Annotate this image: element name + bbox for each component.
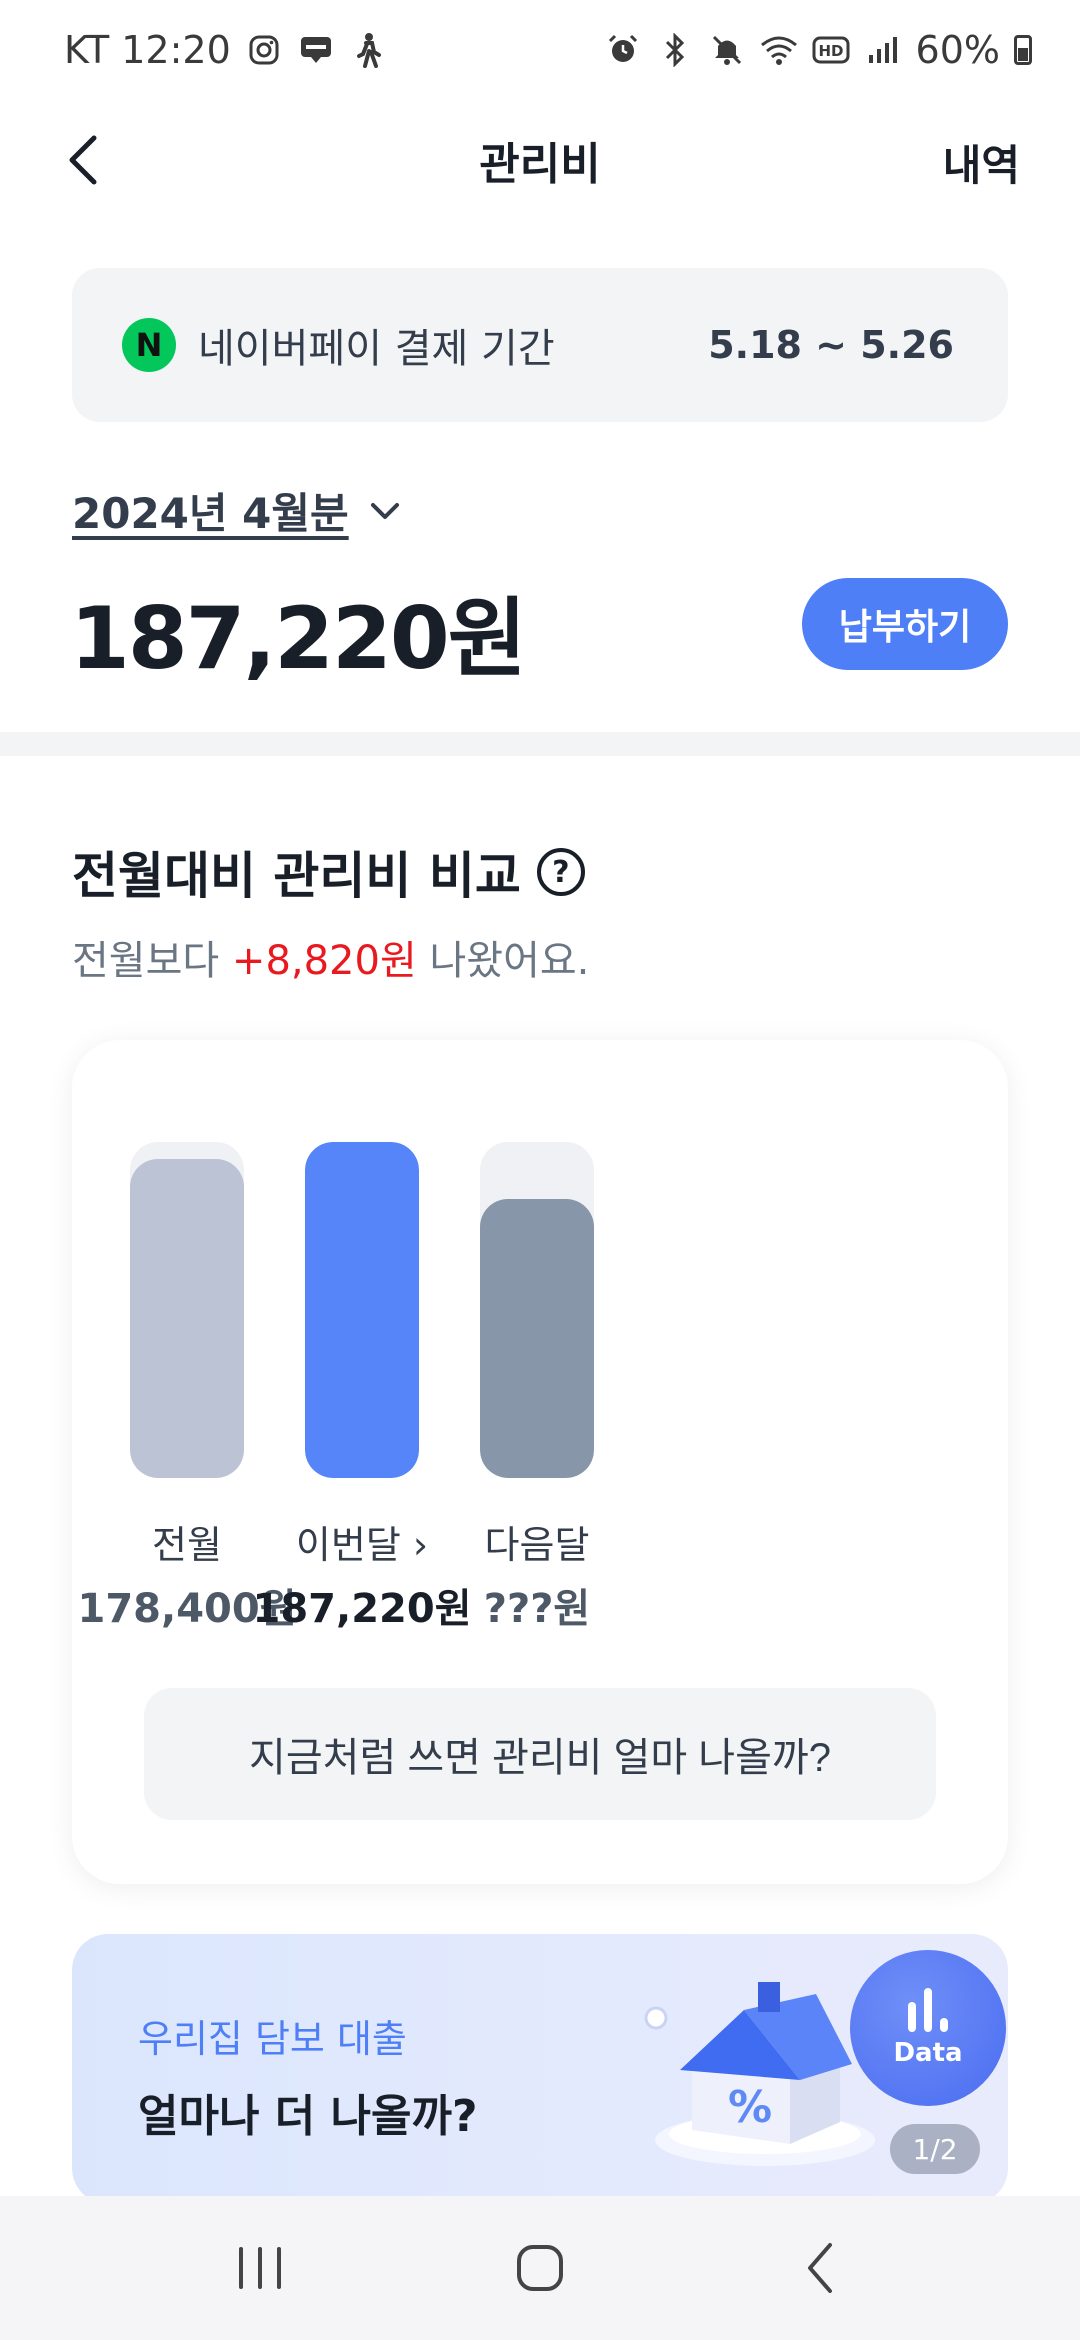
bar-0: [130, 1159, 244, 1478]
naver-logo: N: [122, 318, 176, 372]
instagram-icon: [245, 31, 283, 69]
promo-subtitle: 우리집 담보 대출: [138, 2017, 407, 2061]
home-button[interactable]: [495, 2223, 585, 2313]
comparison-title-text: 전월대비 관리비 비교: [72, 847, 521, 905]
mute-icon: [708, 31, 746, 69]
blog-icon: [297, 31, 335, 69]
data-badge[interactable]: Data: [850, 1950, 1006, 2106]
naverpay-label: 네이버페이 결제 기간: [198, 326, 555, 372]
subtitle-suffix: 나왔어요.: [429, 938, 590, 984]
bar-1: [305, 1142, 419, 1478]
bar-track-1: [305, 1142, 419, 1478]
pay-button[interactable]: 납부하기: [802, 578, 1008, 670]
walking-icon: [349, 31, 387, 69]
comparison-chart-card: 전월 178,400원 이번달 › 187,220원 다음달 ???원 지금처럼 쓰면 관…: [72, 1040, 1008, 1884]
back-arrow-icon: [808, 2243, 832, 2293]
comparison-title: 전월대비 관리비 비교 ?: [72, 836, 585, 908]
svg-text:HD: HD: [818, 42, 843, 60]
comparison-subtitle: 전월보다 +8,820원 나왔어요.: [72, 928, 589, 986]
promo-title: 얼마나 더 나올까?: [138, 2091, 478, 2142]
status-left: KT 12:20: [64, 28, 387, 72]
home-icon: [517, 2245, 563, 2291]
bar-value-2: ???원: [483, 1586, 591, 1632]
battery-icon: [1014, 35, 1032, 65]
help-icon[interactable]: ?: [536, 848, 585, 896]
chevron-left-icon: [69, 135, 97, 185]
signal-icon: [864, 31, 902, 69]
naverpay-period: 5.18 ~ 5.26: [708, 323, 954, 367]
bar-2: [480, 1199, 594, 1478]
month-selector[interactable]: 2024년 4월분: [72, 480, 401, 541]
bar-track-0: [130, 1142, 244, 1478]
status-bar: KT 12:20 HD 60%: [0, 0, 1080, 100]
bar-chart-icon: [908, 1988, 948, 2032]
subtitle-prefix: 전월보다: [72, 938, 220, 984]
house-icon: %: [644, 1982, 875, 2166]
status-right: HD 60%: [604, 28, 1032, 72]
difference-amount: +8,820원: [231, 938, 417, 984]
data-badge-label: Data: [893, 2038, 963, 2068]
hd-icon: HD: [812, 31, 850, 69]
page-indicator: 1/2: [890, 2124, 980, 2174]
bar-track-2: [480, 1142, 594, 1478]
chevron-down-icon: [370, 502, 399, 519]
bill-amount: 187,220원: [70, 589, 527, 689]
predict-fee-button[interactable]: 지금처럼 쓰면 관리비 얼마 나올까?: [144, 1688, 936, 1820]
promo-banner[interactable]: 우리집 담보 대출 얼마나 더 나올까? % Data 1/2: [72, 1934, 1008, 2204]
recent-apps-icon: [239, 2247, 281, 2289]
naverpay-period-banner[interactable]: N 네이버페이 결제 기간 5.18 ~ 5.26: [72, 268, 1008, 422]
recent-apps-button[interactable]: [215, 2223, 305, 2313]
wifi-icon: [760, 31, 798, 69]
battery-text: 60%: [915, 28, 1000, 72]
nav-back-button[interactable]: [775, 2223, 865, 2313]
bar-label-2: 다음달: [484, 1523, 590, 1567]
month-label: 2024년 4월분: [72, 489, 349, 538]
app-header: 관리비 내역: [0, 110, 1080, 210]
section-divider: [0, 732, 1080, 756]
carrier-time: KT 12:20: [64, 28, 231, 72]
page-title: 관리비: [479, 139, 601, 190]
alarm-icon: [604, 31, 642, 69]
bluetooth-icon: [656, 31, 694, 69]
back-button[interactable]: [56, 134, 108, 186]
svg-text:%: %: [728, 2082, 772, 2133]
system-navigation-bar: [0, 2196, 1080, 2340]
history-button[interactable]: 내역: [943, 132, 1020, 193]
